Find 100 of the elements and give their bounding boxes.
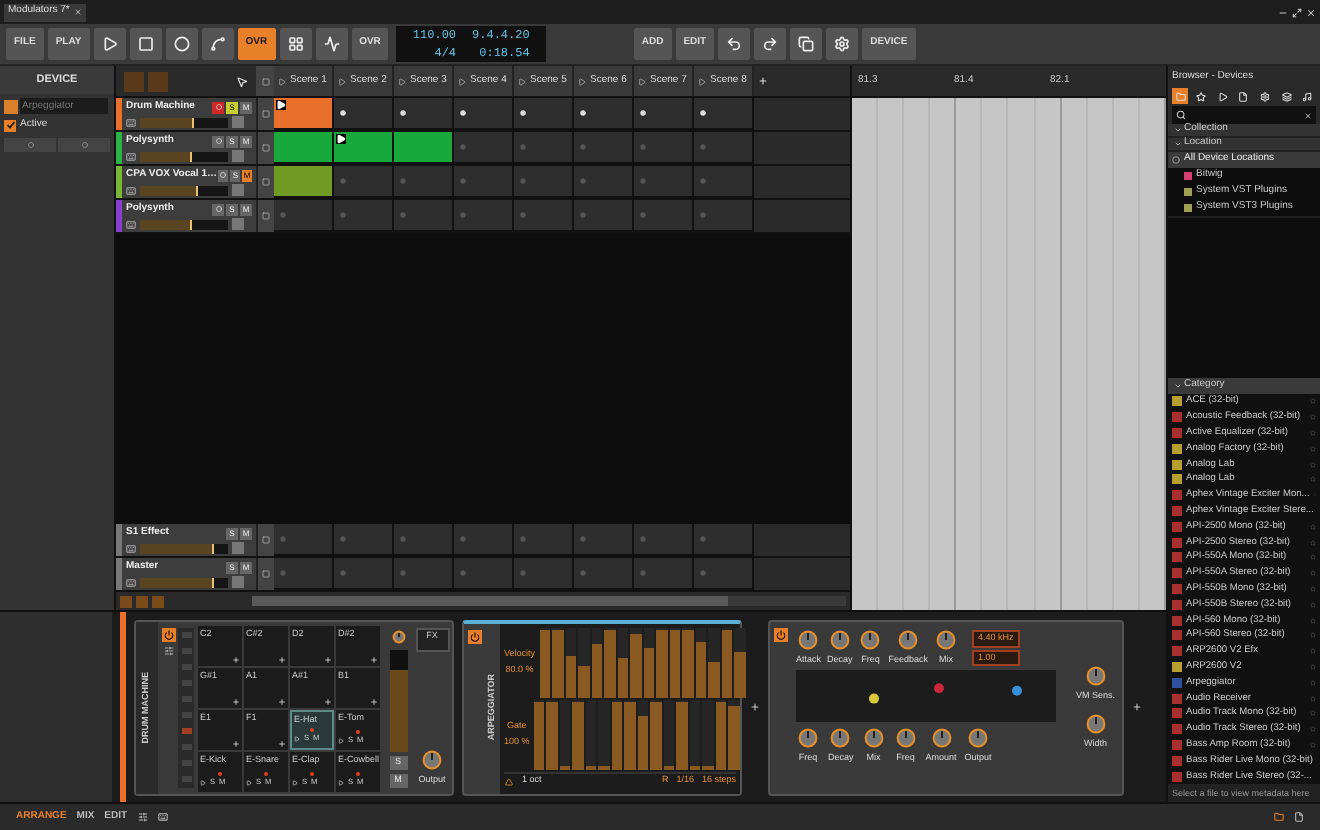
volume-slider[interactable] [140,219,228,230]
clip-slot[interactable] [334,524,394,556]
browser-tab[interactable] [1235,88,1252,104]
knob[interactable] [796,627,821,651]
toggle-button[interactable] [58,137,110,151]
knob[interactable] [893,726,918,751]
clip-slot[interactable] [334,98,394,130]
toolbar-button[interactable] [279,28,312,60]
step-track[interactable] [598,699,610,769]
knob[interactable] [796,726,820,751]
knob[interactable] [966,726,991,751]
clip-slot[interactable] [454,98,514,130]
clip-slot[interactable] [634,132,694,164]
clip-slot[interactable] [574,200,634,232]
monitor-button[interactable] [232,218,244,231]
toolbar-button[interactable] [718,28,751,60]
clip-slot[interactable] [694,166,754,198]
clip-slot[interactable] [694,132,754,164]
clip-slot[interactable] [574,98,634,130]
clip-slot[interactable] [454,558,514,590]
clip-slot[interactable] [394,98,454,130]
knob[interactable] [1083,711,1108,735]
volume-slider[interactable] [140,117,228,128]
step-track[interactable] [702,699,714,769]
power-button[interactable] [467,629,481,643]
clip-slot[interactable] [394,166,454,198]
step-track[interactable] [643,627,655,697]
checkbox[interactable] [4,119,16,132]
arm-button[interactable] [212,101,224,113]
step-bar[interactable] [591,644,603,697]
arm-button[interactable] [218,169,229,181]
clip-slot[interactable] [634,166,694,198]
clip-slot[interactable] [454,200,514,232]
monitor-button[interactable] [232,576,244,589]
knob[interactable] [419,747,444,772]
knob[interactable] [934,627,959,651]
arm-button[interactable] [212,135,224,147]
clip-slot[interactable] [274,200,334,232]
clip-slot[interactable] [634,524,694,556]
step-track[interactable] [663,699,675,769]
clip-slot[interactable] [514,132,574,164]
toolbar-button[interactable] [93,28,126,60]
step-track[interactable] [637,699,649,769]
stop-button[interactable] [256,524,274,556]
clip-slot[interactable] [454,524,514,556]
stop-button[interactable] [256,98,274,130]
clip-slot[interactable] [694,98,754,130]
step-track[interactable] [559,699,571,769]
step-track[interactable] [591,627,603,697]
step-bar[interactable] [643,648,655,697]
step-track[interactable] [565,627,577,697]
clip-slot[interactable] [394,200,454,232]
toolbar-button[interactable] [129,28,162,60]
knob[interactable] [389,627,407,645]
stop-button[interactable] [256,132,274,164]
power-button[interactable] [161,627,175,641]
clip[interactable] [394,132,454,164]
step-track[interactable] [689,699,701,769]
knob[interactable] [827,627,852,651]
clip[interactable] [274,132,334,164]
clip-slot[interactable] [394,524,454,556]
step-track[interactable] [617,627,629,697]
clip-slot[interactable] [514,200,574,232]
clip-slot[interactable] [274,558,334,590]
browser-tab[interactable] [1257,88,1274,104]
monitor-button[interactable] [232,116,244,129]
search-field[interactable] [1172,106,1316,124]
clip-slot[interactable] [454,166,514,198]
clip[interactable] [274,166,334,198]
toolbar-button[interactable] [826,28,859,60]
clip-slot[interactable] [334,166,394,198]
step-track[interactable] [734,627,746,697]
knob[interactable] [861,726,886,751]
step-track[interactable] [578,627,590,697]
arm-button[interactable] [212,203,224,215]
clip-slot[interactable] [334,200,394,232]
toolbar-button[interactable] [754,28,787,60]
knob[interactable] [896,627,921,651]
browser-tab[interactable] [1214,88,1231,104]
step-bar[interactable] [695,641,707,697]
power-button[interactable] [773,627,787,641]
toolbar-button[interactable] [165,28,198,60]
browser-tab[interactable] [1193,88,1210,104]
clip[interactable] [274,98,334,130]
step-bar[interactable] [637,716,649,769]
scrollbar[interactable] [252,596,846,606]
clip-slot[interactable] [454,132,514,164]
clip-slot[interactable] [514,524,574,556]
step-bar[interactable] [617,658,629,697]
knob[interactable] [858,627,883,651]
stop-button[interactable] [256,200,274,232]
monitor-button[interactable] [232,184,244,197]
toolbar-button[interactable] [315,28,348,60]
step-bar[interactable] [734,651,746,697]
clip-slot[interactable] [574,558,634,590]
toolbar-button[interactable] [790,28,823,60]
clip-slot[interactable] [574,132,634,164]
clip-slot[interactable] [334,558,394,590]
step-bar[interactable] [578,665,590,697]
step-bar[interactable] [565,655,577,697]
